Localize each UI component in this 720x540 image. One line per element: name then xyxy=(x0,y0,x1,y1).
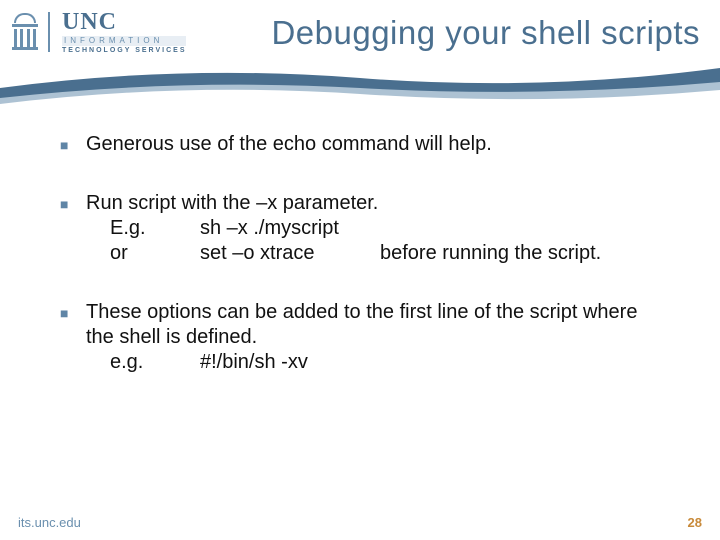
text: before running the script. xyxy=(380,241,601,266)
bullet-2: ■ Run script with the –x parameter. E.g.… xyxy=(60,191,660,266)
slide-header: UNC INFORMATION TECHNOLOGY SERVICES Debu… xyxy=(0,0,720,64)
unc-logo: UNC INFORMATION TECHNOLOGY SERVICES xyxy=(12,10,186,54)
code-echo: echo xyxy=(273,133,316,155)
code-shebang: #!/bin/sh -xv xyxy=(200,350,308,375)
text: parameter. xyxy=(277,192,378,214)
eg-label: e.g. xyxy=(110,350,200,375)
page-number: 28 xyxy=(688,515,702,530)
wave-divider xyxy=(0,64,720,108)
slide-content: ■ Generous use of the echo command will … xyxy=(0,108,720,375)
slide-footer: its.unc.edu 28 xyxy=(0,515,720,530)
text: command will help. xyxy=(316,133,492,155)
eg-label: E.g. xyxy=(110,216,200,241)
or-label: or xyxy=(110,241,200,266)
logo-title: UNC xyxy=(62,10,186,34)
logo-line2: INFORMATION xyxy=(62,36,186,46)
slide-title: Debugging your shell scripts xyxy=(186,10,708,52)
logo-line3: TECHNOLOGY SERVICES xyxy=(62,47,186,54)
bullet-3: ■ These options can be added to the firs… xyxy=(60,300,660,375)
bullet-1: ■ Generous use of the echo command will … xyxy=(60,132,660,157)
text: Run script with the xyxy=(86,192,256,214)
text: These options can be added to the first … xyxy=(86,300,660,350)
bullet-marker-icon: ■ xyxy=(60,196,74,266)
code-x: –x xyxy=(256,192,277,214)
column-icon xyxy=(12,12,38,52)
code-sh-x: sh –x ./myscript xyxy=(200,216,380,241)
code-set-o: set –o xtrace xyxy=(200,241,380,266)
text: Generous use of the xyxy=(86,133,273,155)
bullet-marker-icon: ■ xyxy=(60,305,74,375)
footer-url: its.unc.edu xyxy=(18,515,81,530)
bullet-marker-icon: ■ xyxy=(60,137,74,157)
